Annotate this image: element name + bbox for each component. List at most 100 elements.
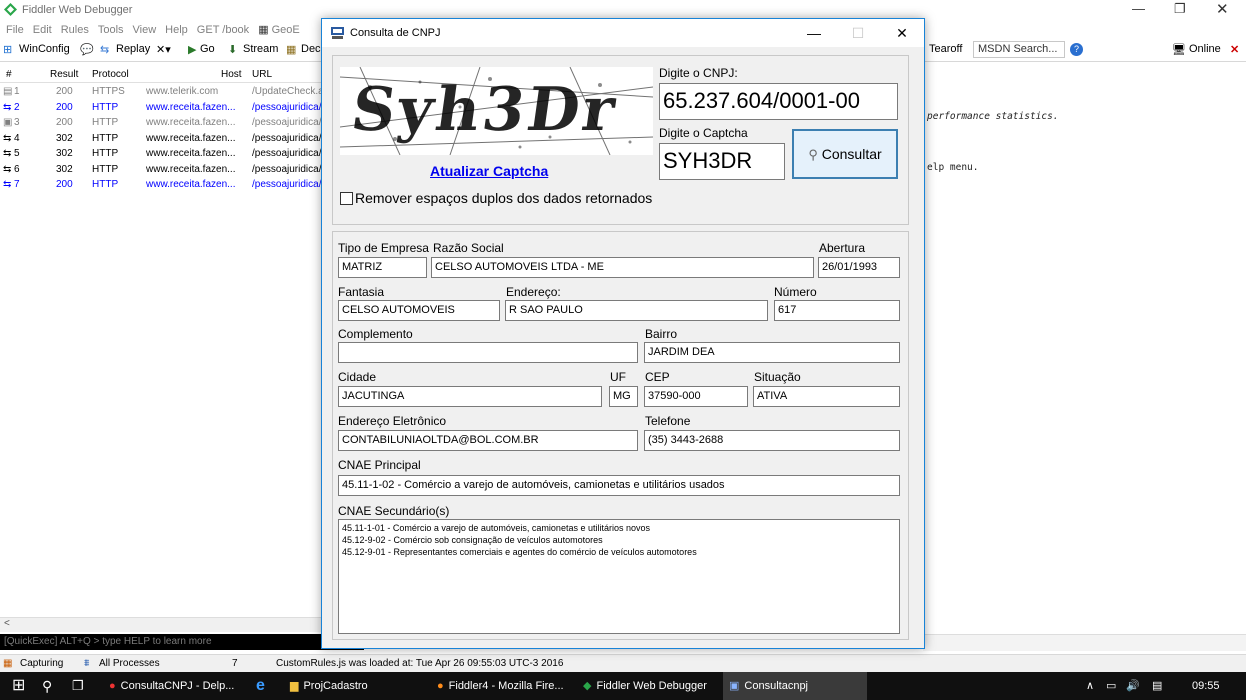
menu-edit[interactable]: Edit — [33, 24, 52, 36]
remove-spaces-checkbox[interactable] — [340, 192, 353, 205]
session-protocol: HTTP — [92, 132, 119, 144]
endereco-field[interactable]: R SAO PAULO — [505, 300, 768, 321]
close-online-icon[interactable]: ✕ — [1230, 43, 1239, 56]
session-url: /pessoajuridica/ — [252, 163, 322, 175]
tipo-field[interactable]: MATRIZ — [338, 257, 427, 278]
help-icon[interactable]: ? — [1070, 43, 1083, 56]
restore-icon[interactable]: ❐ — [1174, 1, 1186, 17]
quickexec-input[interactable]: [QuickExec] ALT+Q > type HELP to learn m… — [0, 634, 364, 650]
col-url[interactable]: URL — [252, 69, 272, 80]
taskbar-item-firefox[interactable]: ● Fiddler4 - Mozilla Fire... — [431, 672, 571, 700]
session-result: 200 — [56, 117, 73, 128]
comment-icon[interactable]: 💬 — [80, 43, 94, 56]
taskbar-item-projcadastro[interactable]: ▆ ProjCadastro — [284, 672, 424, 700]
session-icon: ⇆ — [3, 132, 12, 144]
network-icon[interactable]: ▭ — [1106, 672, 1116, 700]
firefox-icon: ● — [437, 680, 444, 692]
taskbar-item-delphi[interactable]: ● ConsultaCNPJ - Delp... — [103, 672, 243, 700]
go-button[interactable]: Go — [200, 43, 215, 55]
session-count: 7 — [232, 658, 238, 669]
volume-icon[interactable]: 🔊 — [1126, 672, 1140, 700]
close-icon[interactable]: ✕ — [880, 19, 924, 47]
session-protocol: HTTP — [92, 101, 119, 113]
situacao-field[interactable]: ATIVA — [753, 386, 900, 407]
razao-field[interactable]: CELSO AUTOMOVEIS LTDA - ME — [431, 257, 814, 278]
email-field[interactable]: CONTABILUNIAOLTDA@BOL.COM.BR — [338, 430, 638, 451]
winconfig-button[interactable]: WinConfig — [19, 43, 70, 55]
session-row[interactable]: ⇆ 7 200 HTTP www.receita.fazen... /pessoajuri… — [0, 178, 322, 193]
cnpj-app-icon: ▣ — [729, 680, 740, 692]
scroll-left-icon[interactable]: < — [4, 618, 10, 629]
telefone-field[interactable]: (35) 3443-2688 — [644, 430, 900, 451]
replay-button[interactable]: Replay — [116, 43, 150, 55]
telefone-label: Telefone — [645, 414, 691, 428]
status-bar: ▦ Capturing ⩩ All Processes 7 CustomRule… — [0, 654, 1246, 673]
col-protocol[interactable]: Protocol — [92, 69, 129, 80]
search-icon[interactable]: ⚲ — [42, 672, 52, 700]
session-row[interactable]: ⇆ 5 302 HTTP www.receita.fazen... /pessoajuri… — [0, 147, 322, 162]
remove-icon[interactable]: ✕▾ — [156, 43, 171, 56]
complemento-field[interactable] — [338, 342, 638, 363]
edge-icon[interactable]: e — [256, 672, 265, 700]
uf-field[interactable]: MG — [609, 386, 638, 407]
cidade-field[interactable]: JACUTINGA — [338, 386, 602, 407]
notifications-icon[interactable]: ▤ — [1152, 672, 1162, 700]
session-row[interactable]: ⇆ 6 302 HTTP www.receita.fazen... /pessoajuri… — [0, 163, 322, 178]
session-num: 6 — [14, 163, 20, 175]
menu-rules[interactable]: Rules — [61, 24, 89, 36]
session-row[interactable]: ▤ 1 200 HTTPS www.telerik.com/UpdateCheck.a — [0, 85, 324, 100]
tearoff-button[interactable]: Tearoff — [929, 43, 962, 55]
process-filter[interactable]: All Processes — [99, 658, 160, 669]
session-protocol: HTTP — [92, 163, 119, 175]
close-icon[interactable]: ✕ — [1216, 0, 1229, 18]
taskbar-item-fiddler[interactable]: ◆ Fiddler Web Debugger — [577, 672, 717, 700]
menu-geoedge[interactable]: GeoE — [272, 24, 300, 36]
task-view-icon[interactable]: ❐ — [72, 672, 84, 700]
taskbar-label: ConsultaCNPJ - Delp... — [120, 680, 235, 692]
session-row[interactable]: ▣ 3 200 HTTP www.receita.fazen... /pessoajuri… — [0, 116, 322, 131]
remove-spaces-label[interactable]: Remover espaços duplos dos dados retorna… — [355, 190, 652, 206]
menu-tools[interactable]: Tools — [98, 24, 124, 36]
menu-help[interactable]: Help — [165, 24, 188, 36]
col-result[interactable]: Result — [50, 69, 78, 80]
cnae-secundarios-textarea[interactable]: 45.11-1-01 - Comércio a varejo de automó… — [338, 519, 900, 634]
tray-chevron-icon[interactable]: ∧ — [1086, 672, 1094, 700]
captcha-input[interactable]: SYH3DR — [659, 143, 785, 180]
menu-get-book[interactable]: GET /book — [197, 24, 249, 36]
session-num: 2 — [14, 101, 20, 113]
cnae-principal-field[interactable]: 45.11-1-02 - Comércio a varejo de automó… — [338, 475, 900, 496]
msdn-search-input[interactable]: MSDN Search... — [973, 41, 1065, 58]
clock[interactable]: 09:55 — [1192, 672, 1220, 700]
col-host[interactable]: Host — [221, 69, 242, 80]
welcome-text-2: elp menu. — [927, 162, 979, 173]
session-rows: ▤ 1 200 HTTPS www.telerik.com/UpdateCheck.a ⇆… — [0, 85, 324, 205]
session-num: 1 — [14, 86, 20, 97]
bairro-field[interactable]: JARDIM DEA — [644, 342, 900, 363]
cep-field[interactable]: 37590-000 — [644, 386, 748, 407]
fantasia-field[interactable]: CELSO AUTOMOVEIS — [338, 300, 500, 321]
windows-start-icon[interactable]: ⊞ — [12, 672, 25, 700]
capturing-status[interactable]: Capturing — [20, 658, 63, 669]
session-row[interactable]: ⇆ 4 302 HTTP www.receita.fazen... /pessoajuri… — [0, 132, 322, 147]
maximize-icon: ☐ — [851, 25, 865, 41]
menu-view[interactable]: View — [133, 24, 157, 36]
taskbar-item-consultacnpj[interactable]: ▣ Consultacnpj — [723, 672, 867, 700]
col-num[interactable]: # — [6, 69, 12, 80]
online-icon: 🖥 — [1172, 44, 1186, 56]
menu-file[interactable]: File — [6, 24, 24, 36]
consultar-button[interactable]: ⚲ Consultar — [792, 129, 898, 179]
abertura-field[interactable]: 26/01/1993 — [818, 257, 900, 278]
refresh-captcha-link[interactable]: Atualizar Captcha — [430, 163, 548, 179]
consultar-label: Consultar — [821, 146, 882, 162]
session-row[interactable]: ⇆ 2 200 HTTP www.receita.fazen... /pessoajuri… — [0, 101, 322, 116]
captcha-text: Syh3Dr — [347, 75, 623, 145]
situacao-label: Situação — [754, 370, 801, 384]
numero-field[interactable]: 617 — [774, 300, 900, 321]
horizontal-scrollbar[interactable]: < — [0, 617, 322, 632]
minimize-icon[interactable]: — — [792, 19, 836, 47]
cnpj-input[interactable]: 65.237.604/0001-00 — [659, 83, 898, 120]
stream-button[interactable]: Stream — [243, 43, 278, 55]
minimize-icon[interactable]: — — [1132, 1, 1145, 16]
session-url: /pessoajuridica/ — [252, 179, 322, 190]
cnae-secundarios-label: CNAE Secundário(s) — [338, 504, 450, 518]
